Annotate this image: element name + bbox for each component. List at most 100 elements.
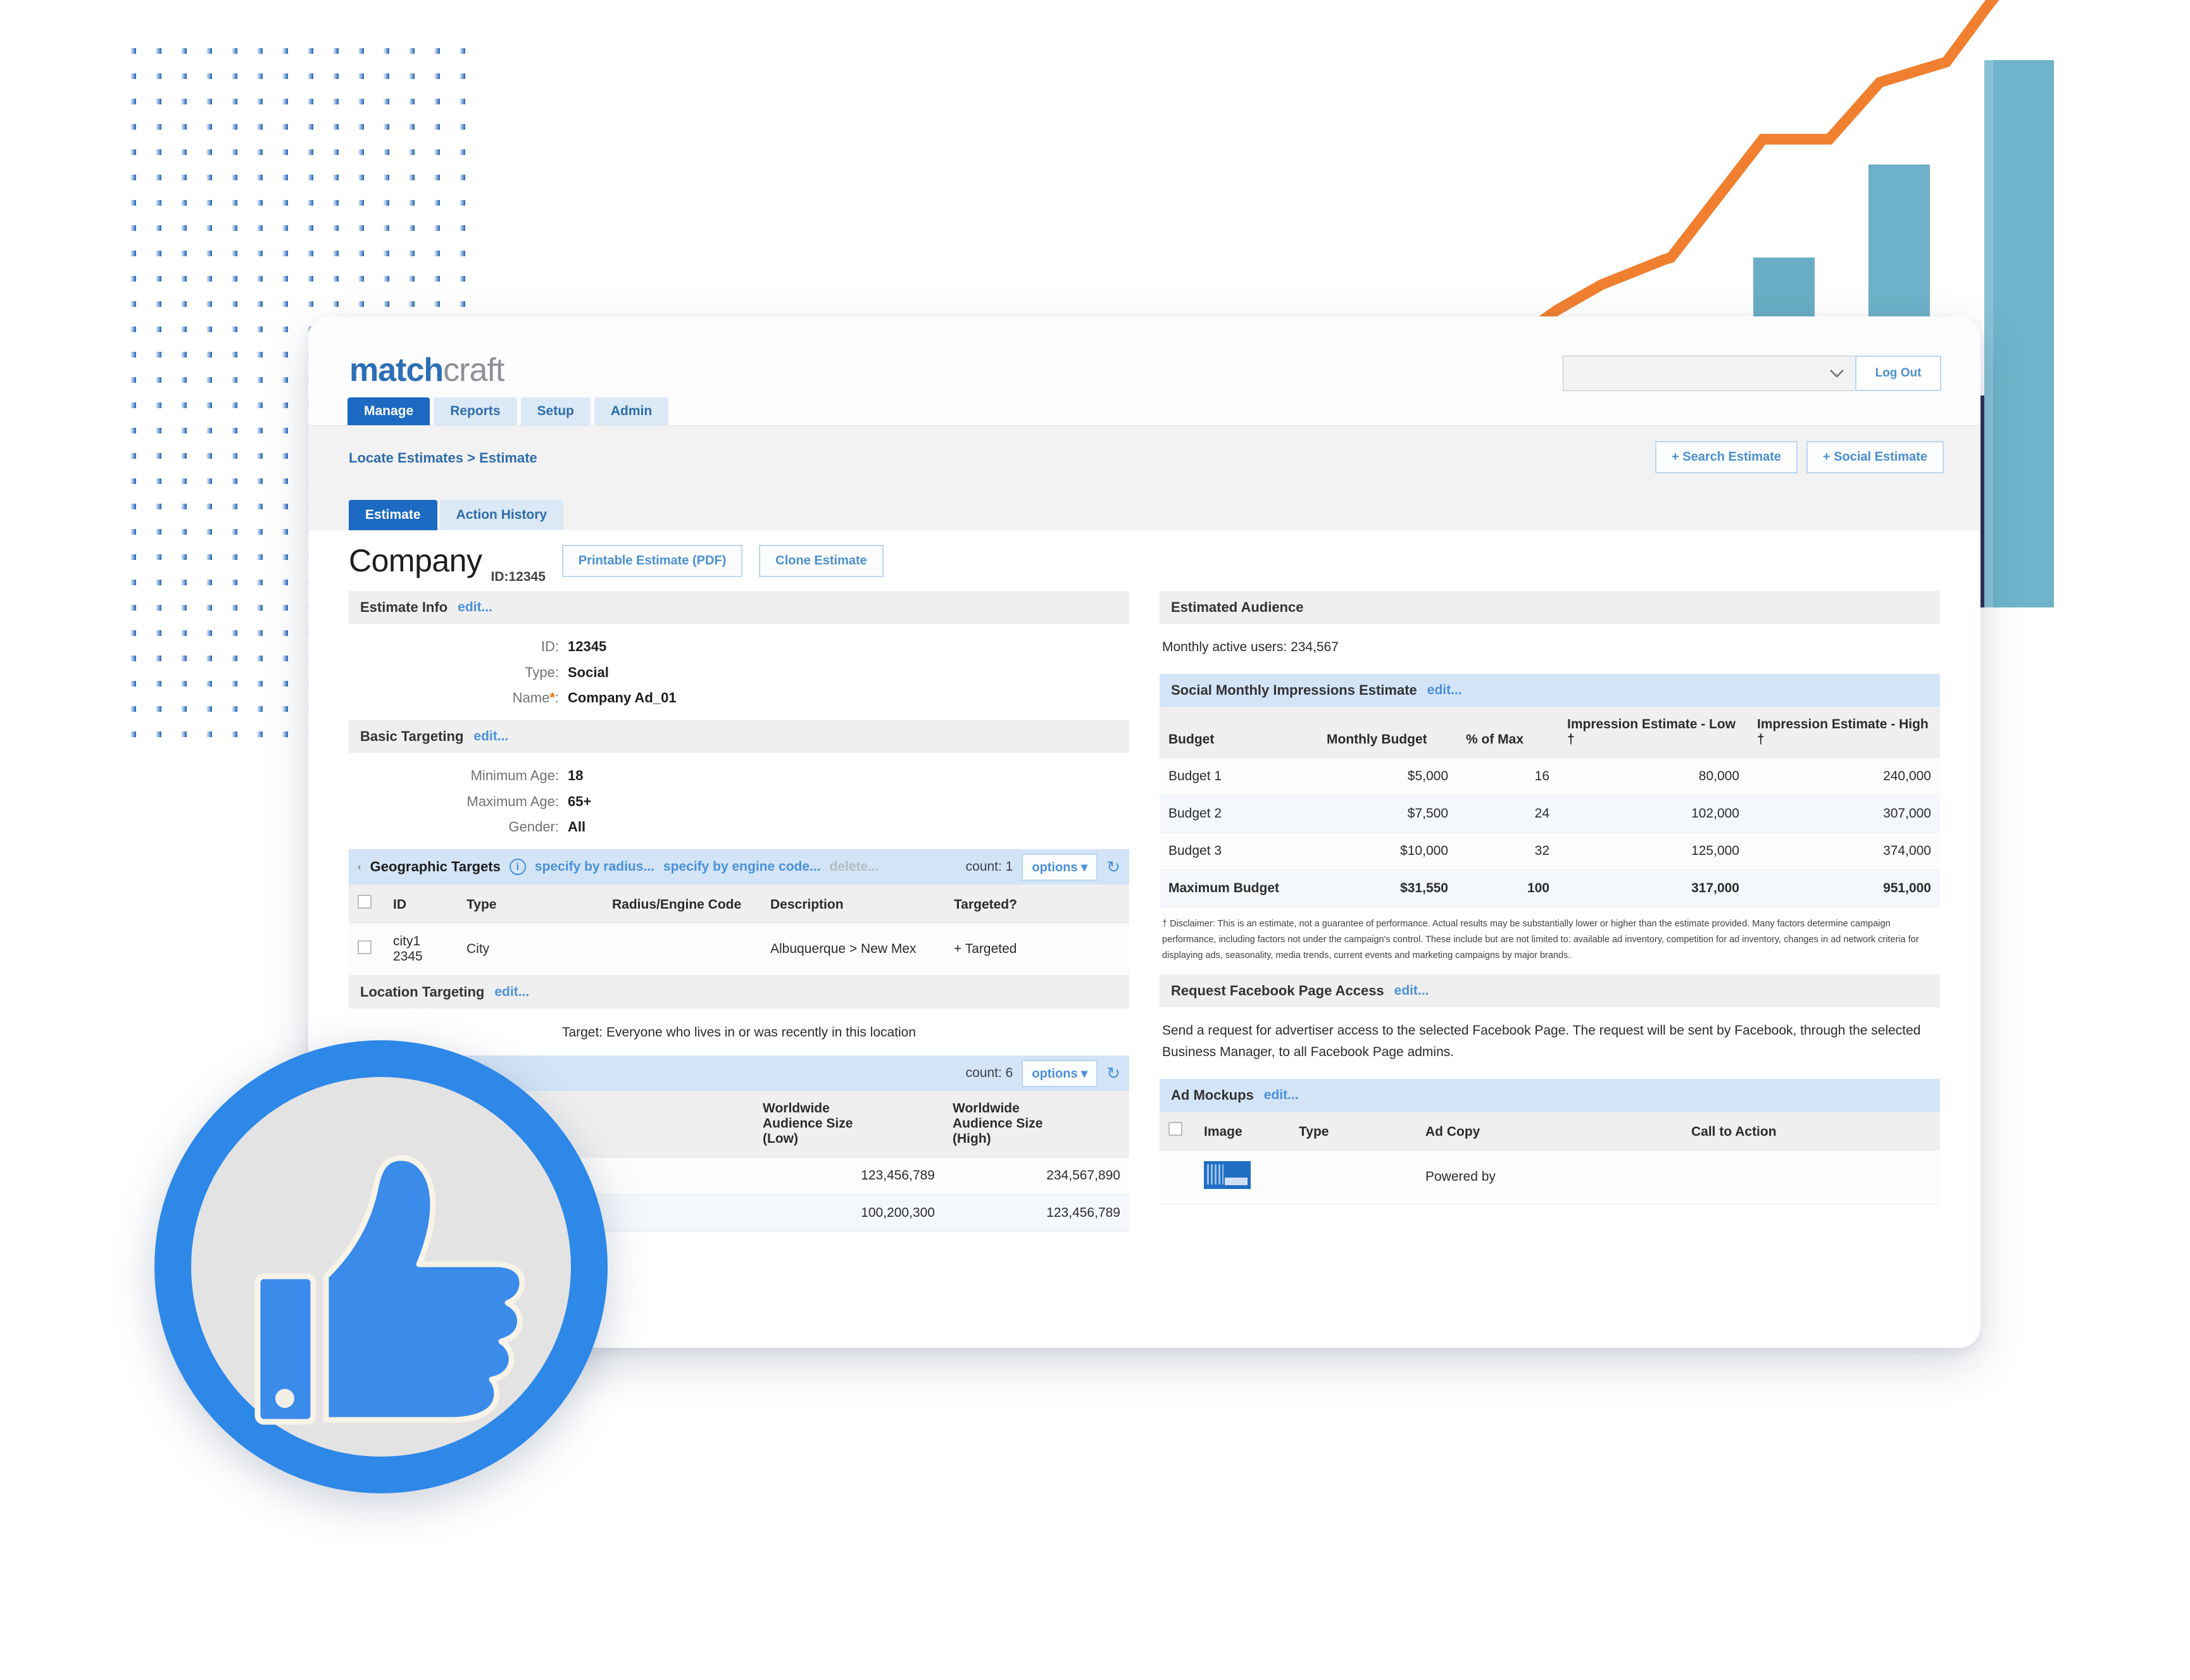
edit-ad-mockups-link[interactable]: edit... bbox=[1264, 1088, 1299, 1103]
chevron-down-icon bbox=[1830, 370, 1844, 378]
breadcrumb-actions: + Search Estimate + Social Estimate bbox=[1655, 441, 1944, 473]
collapse-caret-icon[interactable]: ‹ bbox=[358, 861, 361, 873]
nav-tab-reports[interactable]: Reports bbox=[434, 397, 517, 425]
logout-button[interactable]: Log Out bbox=[1855, 356, 1941, 391]
cell-budget: Budget 2 bbox=[1160, 795, 1318, 833]
cell-pct-of-max: 16 bbox=[1457, 757, 1558, 795]
col-ad-copy: Ad Copy bbox=[1417, 1112, 1682, 1151]
col-call-to-action: Call to Action bbox=[1682, 1112, 1940, 1151]
cell-monthly-budget: $10,000 bbox=[1318, 832, 1457, 870]
geographic-options-button[interactable]: options ▾ bbox=[1022, 853, 1098, 881]
cell-budget: Maximum Budget bbox=[1160, 869, 1318, 907]
page-title-row: Company ID:12345 Printable Estimate (PDF… bbox=[308, 530, 1980, 591]
chart-trend-line bbox=[1486, 0, 1999, 363]
field-maximum-age: Maximum Age: 65+ bbox=[349, 789, 1129, 815]
select-all-checkbox[interactable] bbox=[358, 895, 372, 909]
refresh-icon[interactable]: ↻ bbox=[1106, 857, 1120, 877]
badge-dot bbox=[275, 1389, 294, 1408]
table-row[interactable]: city1 2345 City Albuquerque > New Mex + … bbox=[349, 923, 1129, 976]
facebook-thumbs-up-badge bbox=[154, 1040, 608, 1493]
table-header-row: Image Type Ad Copy Call to Action bbox=[1160, 1112, 1940, 1151]
section-impressions-estimate: Social Monthly Impressions Estimate edit… bbox=[1160, 673, 1940, 707]
table-row[interactable]: Budget 3 $10,000 32 125,000 374,000 bbox=[1160, 832, 1940, 870]
table-header-row: ID Type Radius/Engine Code Description T… bbox=[349, 885, 1129, 924]
refresh-icon[interactable]: ↻ bbox=[1106, 1064, 1120, 1083]
table-row[interactable]: Powered by bbox=[1160, 1150, 1940, 1205]
cell-budget: Budget 3 bbox=[1160, 832, 1318, 870]
section-ad-mockups-title: Ad Mockups bbox=[1171, 1087, 1254, 1104]
info-icon[interactable]: i bbox=[509, 859, 526, 876]
col-description: Description bbox=[761, 885, 945, 924]
page-title: Company bbox=[349, 543, 482, 578]
section-page-access-title: Request Facebook Page Access bbox=[1171, 982, 1384, 999]
edit-impressions-link[interactable]: edit... bbox=[1427, 683, 1462, 698]
cell-monthly-budget: $31,550 bbox=[1318, 869, 1457, 907]
field-gender-label: Gender: bbox=[508, 819, 560, 835]
table-row[interactable]: Budget 2 $7,500 24 102,000 307,000 bbox=[1160, 795, 1940, 833]
account-select[interactable] bbox=[1563, 356, 1855, 391]
cell-pct-of-max: 100 bbox=[1457, 869, 1558, 907]
table-row[interactable]: Maximum Budget $31,550 100 317,000 951,0… bbox=[1160, 869, 1940, 907]
printable-estimate-button[interactable]: Printable Estimate (PDF) bbox=[561, 544, 743, 577]
col-type: Type bbox=[1290, 1112, 1417, 1151]
field-id-value: 12345 bbox=[568, 638, 607, 654]
add-search-estimate-button[interactable]: + Search Estimate bbox=[1655, 441, 1798, 473]
cell-impression-low: 80,000 bbox=[1558, 757, 1748, 795]
cell-image bbox=[1195, 1150, 1290, 1205]
edit-page-access-link[interactable]: edit... bbox=[1394, 983, 1429, 999]
cell-impression-low: 102,000 bbox=[1558, 795, 1748, 833]
field-name: Name*: Company Ad_01 bbox=[349, 685, 1129, 711]
edit-basic-targeting-link[interactable]: edit... bbox=[473, 729, 508, 744]
cell-call-to-action bbox=[1682, 1150, 1940, 1205]
field-gender: Gender: All bbox=[349, 814, 1129, 840]
field-type-label: Type: bbox=[525, 664, 559, 680]
header-controls: Log Out bbox=[1563, 356, 1941, 391]
field-maximum-age-value: 65+ bbox=[568, 793, 592, 809]
field-minimum-age-value: 18 bbox=[568, 768, 584, 784]
section-geographic-targets-title: Geographic Targets bbox=[370, 859, 501, 875]
cell-monthly-budget: $5,000 bbox=[1318, 757, 1457, 795]
col-select bbox=[349, 885, 384, 924]
edit-estimate-info-link[interactable]: edit... bbox=[458, 600, 492, 615]
col-select bbox=[1160, 1112, 1195, 1151]
monthly-active-users: Monthly active users: 234,567 bbox=[1160, 624, 1940, 674]
breadcrumb-root[interactable]: Locate Estimates bbox=[349, 450, 463, 466]
section-estimated-audience: Estimated Audience bbox=[1160, 591, 1940, 624]
nav-tab-admin[interactable]: Admin bbox=[594, 397, 669, 425]
edit-location-targeting-link[interactable]: edit... bbox=[494, 985, 529, 1000]
nav-tab-setup[interactable]: Setup bbox=[520, 397, 591, 425]
add-social-estimate-button[interactable]: + Social Estimate bbox=[1806, 441, 1944, 473]
select-all-checkbox[interactable] bbox=[1168, 1122, 1182, 1136]
cell-pct-of-max: 32 bbox=[1457, 832, 1558, 870]
nav-tab-manage[interactable]: Manage bbox=[347, 397, 430, 425]
specify-by-radius-link[interactable]: specify by radius... bbox=[535, 859, 654, 874]
subtab-bar: Estimate Action History bbox=[308, 491, 1980, 530]
cell-description: Albuquerque > New Mex bbox=[761, 923, 945, 976]
geographic-targets-count: count: 1 bbox=[965, 859, 1013, 874]
section-impressions-title: Social Monthly Impressions Estimate bbox=[1171, 681, 1417, 698]
table-row[interactable]: Budget 1 $5,000 16 80,000 240,000 bbox=[1160, 757, 1940, 795]
col-type: Type bbox=[458, 885, 603, 924]
col-monthly-budget: Monthly Budget bbox=[1318, 706, 1457, 758]
clone-estimate-button[interactable]: Clone Estimate bbox=[759, 544, 884, 577]
cell-audience-high: 123,456,789 bbox=[944, 1194, 1129, 1233]
breadcrumb-bar: Locate Estimates > Estimate + Search Est… bbox=[308, 425, 1980, 491]
delete-link[interactable]: delete... bbox=[830, 859, 879, 874]
field-minimum-age-label: Minimum Age: bbox=[470, 768, 559, 784]
breadcrumb-separator: > bbox=[467, 450, 475, 466]
right-column: Estimated Audience Monthly active users:… bbox=[1160, 591, 1940, 1205]
field-name-label: Name*: bbox=[512, 690, 559, 706]
field-id-label: ID: bbox=[541, 638, 559, 654]
tab-action-history[interactable]: Action History bbox=[439, 500, 564, 530]
cell-id: city1 2345 bbox=[384, 923, 458, 976]
specify-by-engine-code-link[interactable]: specify by engine code... bbox=[663, 859, 821, 874]
col-impression-high: Impression Estimate - High † bbox=[1748, 706, 1940, 758]
matchcraft-logo: matchcraft bbox=[349, 351, 504, 389]
section-facebook-page-access: Request Facebook Page Access edit... bbox=[1160, 974, 1940, 1007]
estimate-info-fields: ID: 12345 Type: Social Name*: Company Ad… bbox=[349, 624, 1129, 721]
interest-options-button[interactable]: options ▾ bbox=[1022, 1059, 1098, 1087]
tab-estimate[interactable]: Estimate bbox=[349, 500, 437, 530]
cell-impression-high: 374,000 bbox=[1748, 832, 1940, 870]
row-checkbox[interactable] bbox=[358, 940, 372, 955]
field-id: ID: 12345 bbox=[349, 634, 1129, 660]
